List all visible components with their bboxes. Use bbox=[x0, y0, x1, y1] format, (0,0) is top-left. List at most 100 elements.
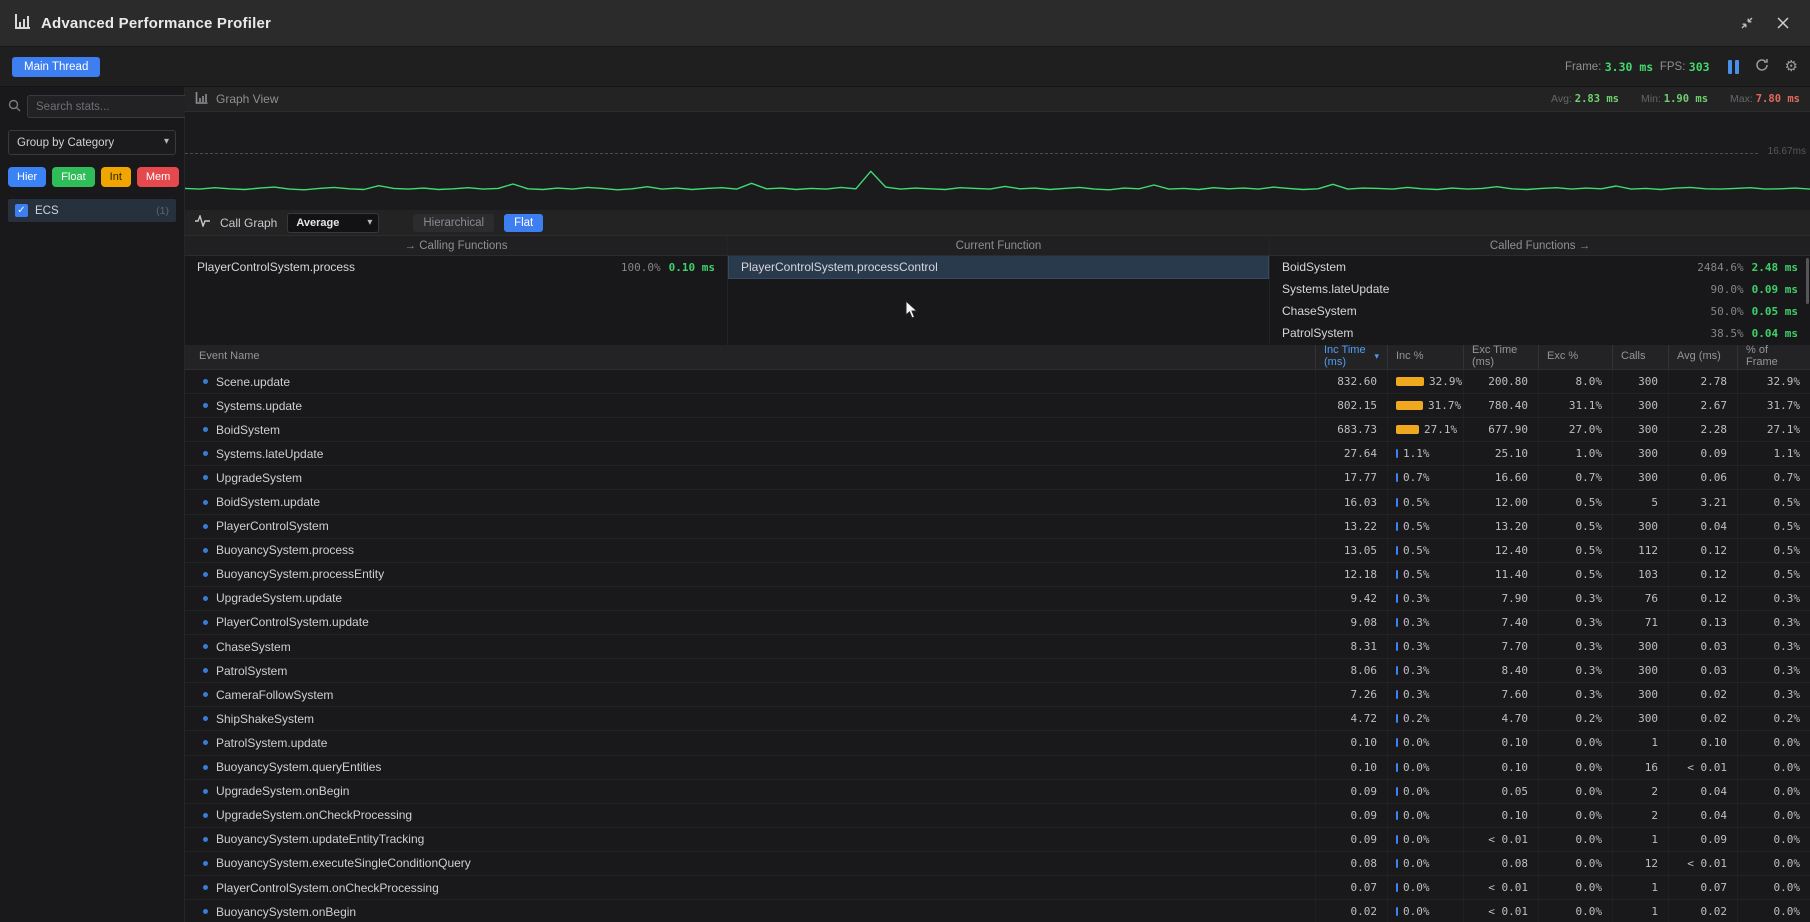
cell-inc-pct: 27.1% bbox=[1387, 418, 1463, 441]
table-row[interactable]: PlayerControlSystem.onCheckProcessing0.0… bbox=[185, 876, 1810, 900]
cell-inc-time: 0.02 bbox=[1315, 900, 1387, 922]
cell-exc-pct: 0.5% bbox=[1538, 539, 1612, 562]
table-row[interactable]: PlayerControlSystem.update9.080.3%7.400.… bbox=[185, 611, 1810, 635]
call-graph-header: Call Graph Average ▾ Hierarchical Flat bbox=[185, 210, 1810, 236]
filter-chip-int[interactable]: Int bbox=[101, 167, 131, 187]
called-function-row[interactable]: ChaseSystem50.0%0.05 ms bbox=[1270, 300, 1810, 322]
filter-chip-mem[interactable]: Mem bbox=[137, 167, 179, 187]
called-function-row[interactable]: Systems.lateUpdate90.0%0.09 ms bbox=[1270, 278, 1810, 300]
group-by-select[interactable]: Group by Category bbox=[8, 130, 176, 155]
search-icon bbox=[8, 99, 21, 115]
cell-avg: 0.13 bbox=[1668, 611, 1737, 634]
table-row[interactable]: BuoyancySystem.executeSingleConditionQue… bbox=[185, 852, 1810, 876]
event-name: UpgradeSystem.onBegin bbox=[216, 784, 349, 798]
hierarchical-view-button[interactable]: Hierarchical bbox=[413, 214, 494, 232]
table-row[interactable]: PlayerControlSystem13.220.5%13.200.5%300… bbox=[185, 515, 1810, 539]
table-row[interactable]: UpgradeSystem17.770.7%16.600.7%3000.060.… bbox=[185, 466, 1810, 490]
event-name: BuoyancySystem.updateEntityTracking bbox=[216, 832, 424, 846]
column-header-inc-pct[interactable]: Inc % bbox=[1387, 345, 1463, 369]
cell-avg: 0.06 bbox=[1668, 466, 1737, 489]
cell-frame-pct: 0.0% bbox=[1737, 900, 1810, 922]
filter-chip-float[interactable]: Float bbox=[52, 167, 94, 187]
table-row[interactable]: BuoyancySystem.process13.050.5%12.400.5%… bbox=[185, 539, 1810, 563]
called-function-row[interactable]: BoidSystem2484.6%2.48 ms bbox=[1270, 256, 1810, 278]
table-row[interactable]: BuoyancySystem.queryEntities0.100.0%0.10… bbox=[185, 756, 1810, 780]
table-row[interactable]: ShipShakeSystem4.720.2%4.700.2%3000.020.… bbox=[185, 707, 1810, 731]
cell-avg: 0.02 bbox=[1668, 900, 1737, 922]
column-header-exc-pct[interactable]: Exc % bbox=[1538, 345, 1612, 369]
frame-time-graph[interactable]: 16.67ms bbox=[185, 112, 1810, 210]
table-row[interactable]: UpgradeSystem.onCheckProcessing0.090.0%0… bbox=[185, 804, 1810, 828]
table-row[interactable]: Systems.update802.1531.7%780.4031.1%3002… bbox=[185, 394, 1810, 418]
filter-chip-hier[interactable]: Hier bbox=[8, 167, 46, 187]
table-row[interactable]: UpgradeSystem.update9.420.3%7.900.3%760.… bbox=[185, 587, 1810, 611]
cell-inc-time: 12.18 bbox=[1315, 563, 1387, 586]
table-row[interactable]: BuoyancySystem.onBegin0.020.0%< 0.010.0%… bbox=[185, 900, 1810, 922]
search-input[interactable] bbox=[27, 95, 199, 118]
cell-calls: 1 bbox=[1612, 876, 1668, 899]
column-header-avg[interactable]: Avg (ms) bbox=[1668, 345, 1737, 369]
cell-avg: 0.04 bbox=[1668, 515, 1737, 538]
refresh-icon[interactable] bbox=[1755, 58, 1769, 75]
close-window-icon[interactable] bbox=[1770, 10, 1796, 36]
column-header-event-name[interactable]: Event Name bbox=[185, 345, 1315, 369]
call-graph-column-headers: → Calling Functions Current Function Cal… bbox=[185, 236, 1810, 256]
column-header-frame-pct[interactable]: % of Frame bbox=[1737, 345, 1810, 369]
sidebar-item-ecs[interactable]: ✓ ECS (1) bbox=[8, 199, 176, 222]
calling-function-row[interactable]: PlayerControlSystem.process100.0%0.10 ms bbox=[185, 256, 727, 278]
cell-calls: 16 bbox=[1612, 756, 1668, 779]
cell-exc-time: 16.60 bbox=[1463, 466, 1538, 489]
title-bar: Advanced Performance Profiler bbox=[0, 0, 1810, 47]
table-row[interactable]: BoidSystem.update16.030.5%12.000.5%53.21… bbox=[185, 490, 1810, 514]
cell-avg: 0.03 bbox=[1668, 659, 1737, 682]
column-header-exc-time[interactable]: Exc Time (ms) bbox=[1463, 345, 1538, 369]
cell-avg: 0.03 bbox=[1668, 635, 1737, 658]
pause-icon[interactable] bbox=[1728, 60, 1739, 74]
graph-view-icon bbox=[195, 91, 208, 107]
column-header-inc-time[interactable]: Inc Time (ms)▾ bbox=[1315, 345, 1387, 369]
collapse-window-icon[interactable] bbox=[1734, 10, 1760, 36]
cell-inc-time: 4.72 bbox=[1315, 707, 1387, 730]
cell-exc-time: 780.40 bbox=[1463, 394, 1538, 417]
ecs-label: ECS bbox=[35, 205, 149, 217]
event-name: BuoyancySystem.processEntity bbox=[216, 567, 384, 581]
table-row[interactable]: ChaseSystem8.310.3%7.700.3%3000.030.3% bbox=[185, 635, 1810, 659]
cell-calls: 2 bbox=[1612, 780, 1668, 803]
table-row[interactable]: BuoyancySystem.processEntity12.180.5%11.… bbox=[185, 563, 1810, 587]
table-row[interactable]: UpgradeSystem.onBegin0.090.0%0.050.0%20.… bbox=[185, 780, 1810, 804]
table-row[interactable]: CameraFollowSystem7.260.3%7.600.3%3000.0… bbox=[185, 683, 1810, 707]
event-bullet-icon bbox=[203, 644, 208, 649]
ecs-checkbox[interactable]: ✓ bbox=[15, 204, 28, 217]
aggregation-mode-select[interactable]: Average bbox=[287, 213, 379, 233]
cell-inc-time: 13.05 bbox=[1315, 539, 1387, 562]
cell-frame-pct: 0.5% bbox=[1737, 515, 1810, 538]
column-header-calls[interactable]: Calls bbox=[1612, 345, 1668, 369]
cell-avg: < 0.01 bbox=[1668, 852, 1737, 875]
table-row[interactable]: BuoyancySystem.updateEntityTracking0.090… bbox=[185, 828, 1810, 852]
frame-time-sparkline bbox=[185, 112, 1810, 210]
cell-exc-time: 0.08 bbox=[1463, 852, 1538, 875]
cell-exc-time: 4.70 bbox=[1463, 707, 1538, 730]
graph-view-title: Graph View bbox=[216, 92, 278, 106]
table-row[interactable]: Systems.lateUpdate27.641.1%25.101.0%3000… bbox=[185, 442, 1810, 466]
cell-exc-pct: 31.1% bbox=[1538, 394, 1612, 417]
inc-pct-bar bbox=[1396, 546, 1398, 555]
cell-exc-pct: 0.5% bbox=[1538, 490, 1612, 513]
cell-inc-pct: 0.0% bbox=[1387, 900, 1463, 922]
table-row[interactable]: Scene.update832.6032.9%200.808.0%3002.78… bbox=[185, 370, 1810, 394]
cell-inc-pct: 0.3% bbox=[1387, 635, 1463, 658]
flat-view-button[interactable]: Flat bbox=[504, 214, 543, 232]
table-row[interactable]: PatrolSystem8.060.3%8.400.3%3000.030.3% bbox=[185, 659, 1810, 683]
scrollbar-thumb[interactable] bbox=[1806, 258, 1809, 304]
settings-gear-icon[interactable]: ⚙ bbox=[1785, 59, 1798, 74]
cell-exc-time: 8.40 bbox=[1463, 659, 1538, 682]
current-function-row[interactable]: PlayerControlSystem.processControl bbox=[728, 256, 1269, 279]
cell-exc-time: 25.10 bbox=[1463, 442, 1538, 465]
table-row[interactable]: PatrolSystem.update0.100.0%0.100.0%10.10… bbox=[185, 731, 1810, 755]
tab-main-thread[interactable]: Main Thread bbox=[12, 57, 100, 77]
cell-exc-pct: 0.0% bbox=[1538, 900, 1612, 922]
cell-avg: 0.09 bbox=[1668, 828, 1737, 851]
table-row[interactable]: BoidSystem683.7327.1%677.9027.0%3002.282… bbox=[185, 418, 1810, 442]
cell-frame-pct: 0.0% bbox=[1737, 780, 1810, 803]
called-function-row[interactable]: PatrolSystem38.5%0.04 ms bbox=[1270, 322, 1810, 344]
